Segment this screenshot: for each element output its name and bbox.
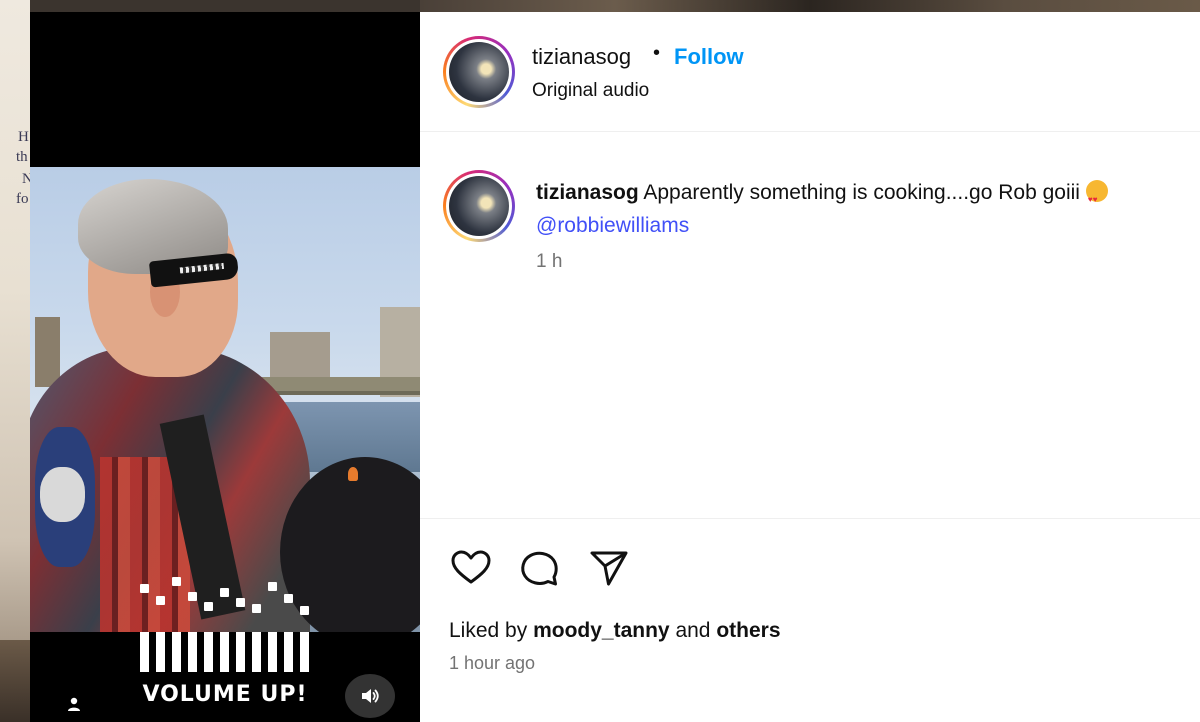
- eq-base-bar: [300, 632, 309, 672]
- eq-bar: [188, 592, 197, 632]
- caption-username[interactable]: tizianasog: [536, 181, 639, 204]
- paper-plane-icon: [590, 551, 628, 586]
- post-modal: VOLUME UP! tizianasog • Follow Original …: [30, 12, 1200, 722]
- eq-bar: [140, 584, 149, 632]
- share-button[interactable]: [586, 545, 632, 591]
- backdrop-top-strip: [420, 0, 1200, 12]
- liked-by-summary: Liked by moody_tanny and others: [449, 619, 781, 643]
- video-frame: [30, 167, 420, 632]
- post-timestamp[interactable]: 1 hour ago: [449, 653, 535, 674]
- volume-equalizer-base: [140, 632, 309, 672]
- liked-by-mid: and: [675, 619, 711, 642]
- eq-bar: [300, 606, 309, 632]
- backdrop-bottom-left: [0, 640, 30, 722]
- author-username[interactable]: tizianasog: [532, 44, 631, 70]
- like-button[interactable]: [448, 545, 494, 591]
- volume-equalizer: [140, 577, 309, 632]
- heart-eyes-emoji-icon: [1085, 180, 1108, 216]
- eq-base-bar: [236, 632, 245, 672]
- eq-base-bar: [252, 632, 261, 672]
- post-actions: Liked by moody_tanny and others 1 hour a…: [420, 518, 1200, 722]
- eq-base-bar: [284, 632, 293, 672]
- eq-bar: [284, 594, 293, 632]
- header-separator: •: [653, 42, 661, 64]
- caption-text-block: tizianasog Apparently something is cooki…: [536, 176, 1108, 242]
- author-avatar[interactable]: [443, 36, 515, 108]
- eq-base-bar: [220, 632, 229, 672]
- comment-bubble-icon: [521, 551, 558, 586]
- avatar-border: [446, 173, 512, 239]
- user-tag-icon: [68, 697, 80, 711]
- comment-button[interactable]: [516, 545, 562, 591]
- follow-button[interactable]: Follow: [674, 44, 744, 70]
- backdrop-text-fragment: H: [18, 129, 29, 145]
- liked-by-others-link[interactable]: others: [716, 619, 780, 642]
- avatar-border: [446, 39, 512, 105]
- post-caption: tizianasog Apparently something is cooki…: [420, 132, 1200, 518]
- eq-bar: [204, 602, 213, 632]
- eq-bar: [220, 588, 229, 632]
- backdrop-text-fragment: th: [16, 149, 28, 165]
- avatar-photo: [449, 42, 509, 102]
- audio-link[interactable]: Original audio: [532, 80, 649, 102]
- eq-bar: [172, 577, 181, 632]
- caption-text: Apparently something is cooking....go Ro…: [643, 181, 1080, 204]
- eq-bar: [156, 596, 165, 632]
- eq-base-bar: [268, 632, 277, 672]
- tagged-users-button[interactable]: [60, 690, 88, 718]
- eq-base-bar: [172, 632, 181, 672]
- eq-bar: [252, 604, 261, 632]
- eq-base-bar: [140, 632, 149, 672]
- speaker-icon: [362, 689, 379, 703]
- eq-bar: [236, 598, 245, 632]
- scene-building: [270, 332, 330, 382]
- liked-by-user-link[interactable]: moody_tanny: [533, 619, 670, 642]
- post-header: tizianasog • Follow Original audio: [420, 12, 1200, 132]
- liked-by-prefix: Liked by: [449, 619, 528, 642]
- scene-building: [35, 317, 60, 387]
- jacket-skull: [40, 467, 85, 522]
- mute-toggle-button[interactable]: [345, 674, 395, 718]
- avatar-photo: [449, 176, 509, 236]
- eq-base-bar: [156, 632, 165, 672]
- reel-video[interactable]: VOLUME UP!: [30, 12, 420, 722]
- post-details-panel: tizianasog • Follow Original audio tizia…: [420, 12, 1200, 722]
- backdrop-text-fragment: fo: [16, 191, 29, 207]
- scene-spot: [348, 467, 358, 481]
- eq-base-bar: [188, 632, 197, 672]
- caption-mention-link[interactable]: @robbiewilliams: [536, 214, 689, 237]
- eq-bar: [268, 582, 277, 632]
- caption-timestamp[interactable]: 1 h: [536, 251, 562, 273]
- heart-icon: [451, 550, 491, 584]
- eq-base-bar: [204, 632, 213, 672]
- caption-author-avatar[interactable]: [443, 170, 515, 242]
- backdrop-page-edge: H th N fo: [0, 0, 33, 722]
